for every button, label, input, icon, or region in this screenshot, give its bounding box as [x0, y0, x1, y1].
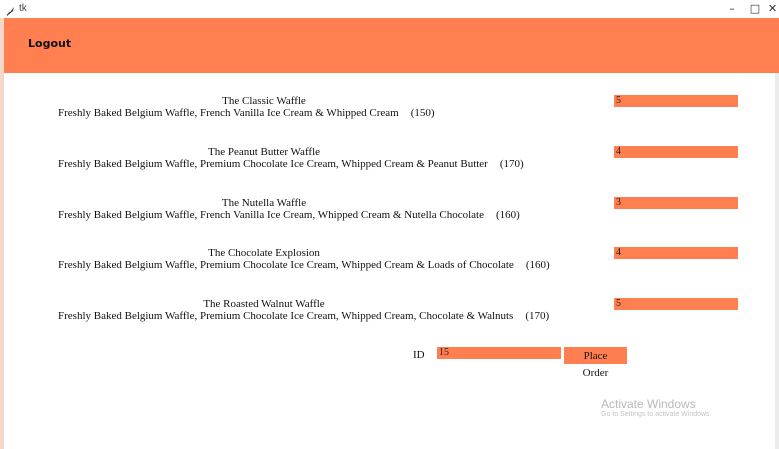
item-price: (170)	[525, 310, 550, 322]
window-title: tk	[19, 3, 27, 14]
item-description: Freshly Baked Belgium Waffle, French Van…	[58, 107, 435, 120]
id-label: ID	[413, 349, 425, 361]
quantity-input[interactable]	[614, 146, 738, 158]
item-description-text: Freshly Baked Belgium Waffle, Premium Ch…	[58, 259, 514, 271]
menu-item: The Nutella Waffle Freshly Baked Belgium…	[0, 197, 779, 237]
quantity-input[interactable]	[614, 197, 738, 209]
menu-item: The Chocolate Explosion Freshly Baked Be…	[0, 247, 779, 287]
item-description-text: Freshly Baked Belgium Waffle, Premium Ch…	[58, 158, 488, 170]
item-price: (150)	[410, 107, 435, 119]
activation-watermark-subtitle: Go to Settings to activate Windows.	[601, 411, 712, 418]
item-description-text: Freshly Baked Belgium Waffle, Premium Ch…	[58, 310, 514, 322]
menu-item: The Roasted Walnut Waffle Freshly Baked …	[0, 298, 779, 338]
item-price: (160)	[495, 209, 520, 221]
item-description: Freshly Baked Belgium Waffle, Premium Ch…	[58, 310, 549, 323]
item-description: Freshly Baked Belgium Waffle, Premium Ch…	[58, 259, 550, 272]
quantity-input[interactable]	[614, 95, 738, 107]
minimize-button[interactable]: –	[720, 1, 744, 17]
item-description: Freshly Baked Belgium Waffle, French Van…	[58, 209, 520, 222]
activation-watermark-title: Activate Windows	[601, 397, 696, 411]
maximize-button[interactable]: □	[743, 1, 767, 17]
item-description-text: Freshly Baked Belgium Waffle, French Van…	[58, 209, 484, 221]
quantity-input[interactable]	[614, 298, 738, 310]
item-price: (160)	[525, 259, 550, 271]
feather-icon	[6, 3, 16, 16]
item-description: Freshly Baked Belgium Waffle, Premium Ch…	[58, 158, 524, 171]
menu-item: The Classic Waffle Freshly Baked Belgium…	[0, 95, 779, 135]
header-bar: Logout	[4, 18, 779, 73]
menu-item: The Peanut Butter Waffle Freshly Baked B…	[0, 146, 779, 186]
quantity-input[interactable]	[614, 247, 738, 259]
item-price: (170)	[499, 158, 524, 170]
item-description-text: Freshly Baked Belgium Waffle, French Van…	[58, 107, 399, 119]
place-order-button[interactable]: Place Order	[564, 347, 627, 379]
logout-button[interactable]: Logout	[28, 37, 71, 50]
title-bar: tk – □ ✕	[0, 0, 779, 18]
close-button[interactable]: ✕	[766, 1, 779, 17]
id-input[interactable]	[437, 347, 561, 359]
